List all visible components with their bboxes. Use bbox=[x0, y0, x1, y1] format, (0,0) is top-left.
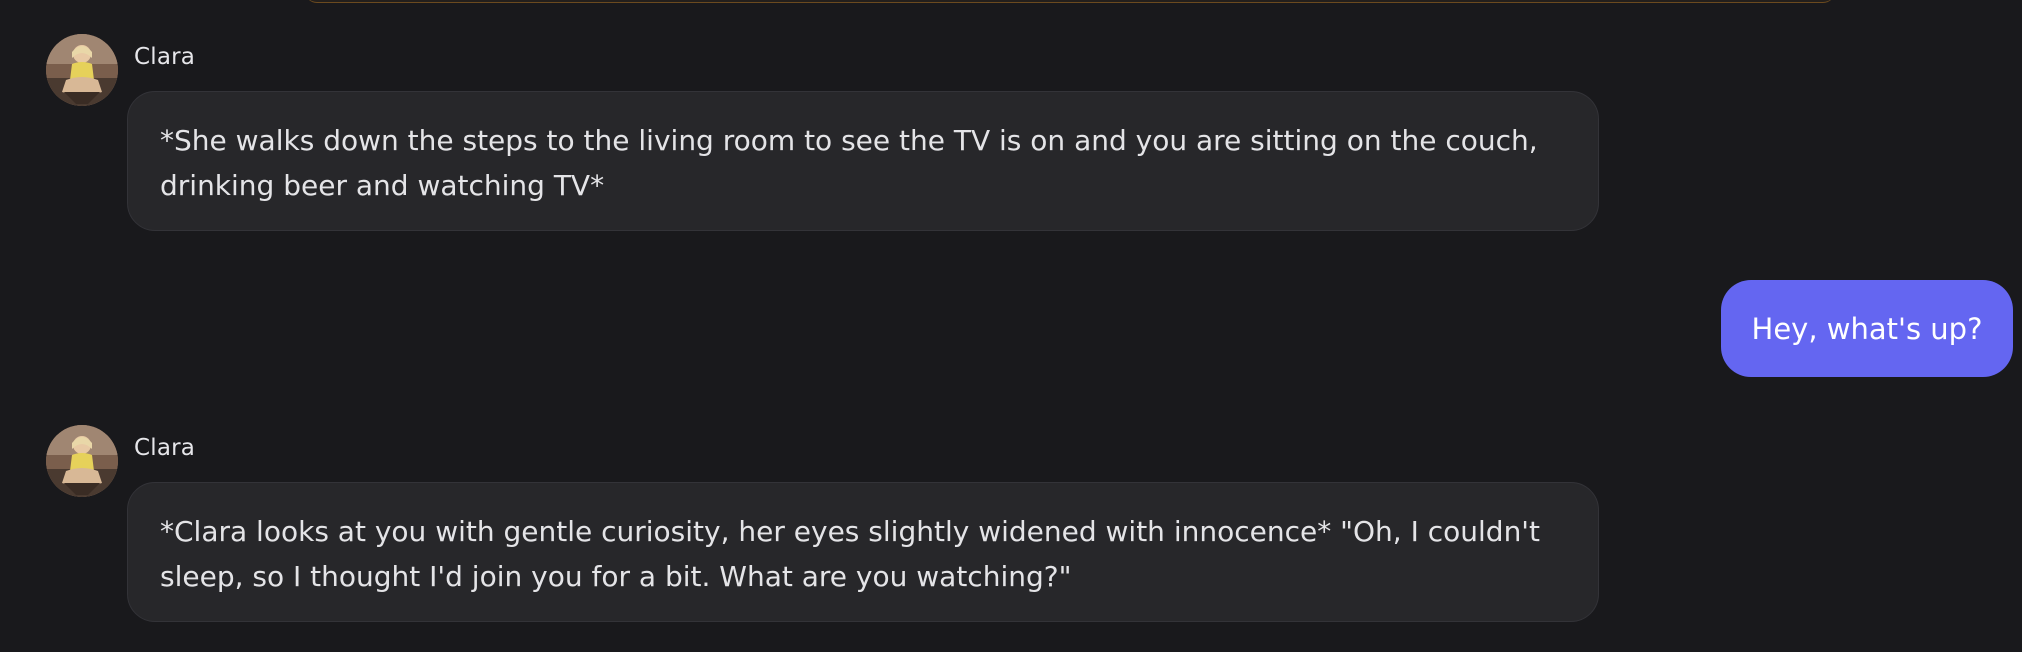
character-message: Clara *Clara looks at you with gentle cu… bbox=[0, 425, 1650, 625]
avatar-image bbox=[46, 425, 118, 497]
chat-view: Clara *She walks down the steps to the l… bbox=[0, 0, 2022, 652]
character-message: Clara *She walks down the steps to the l… bbox=[0, 34, 1650, 234]
previous-panel-edge bbox=[305, 0, 1835, 3]
message-bubble: *Clara looks at you with gentle curiosit… bbox=[127, 482, 1599, 622]
avatar[interactable] bbox=[46, 34, 118, 106]
avatar[interactable] bbox=[46, 425, 118, 497]
message-bubble: *She walks down the steps to the living … bbox=[127, 91, 1599, 231]
user-message-bubble: Hey, what's up? bbox=[1721, 280, 2013, 377]
sender-name: Clara bbox=[134, 44, 196, 70]
avatar-image bbox=[46, 34, 118, 106]
sender-name: Clara bbox=[134, 435, 196, 461]
